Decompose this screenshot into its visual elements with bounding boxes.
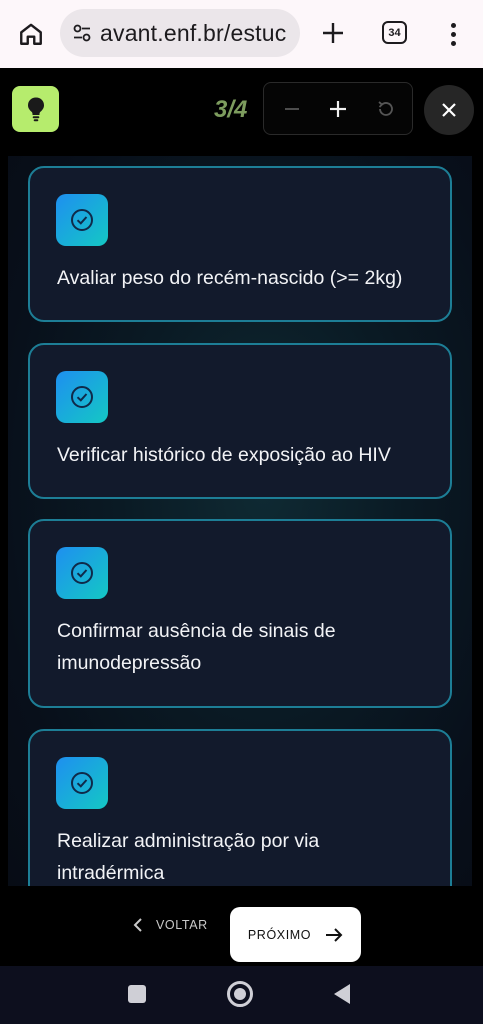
reset-icon (378, 101, 393, 116)
back-triangle-icon[interactable] (332, 983, 352, 1005)
checklist-card[interactable]: Confirmar ausência de sinais de imunodep… (28, 519, 452, 708)
back-label: VOLTAR (156, 918, 208, 932)
browser-toolbar: avant.enf.br/estuc 34 (0, 0, 483, 68)
zoom-in-button[interactable] (326, 95, 350, 123)
plus-icon (330, 101, 346, 117)
card-label: Realizar administração por via intradérm… (57, 830, 320, 884)
hint-button[interactable] (12, 86, 59, 132)
step-navigation: VOLTAR PRÓXIMO (0, 886, 483, 966)
url-text: avant.enf.br/estuc (100, 19, 287, 46)
close-button[interactable] (424, 85, 474, 135)
url-bar[interactable]: avant.enf.br/estuc (60, 9, 300, 57)
checklist-card[interactable]: Realizar administração por via intradérm… (28, 729, 452, 886)
new-tab-icon[interactable] (316, 14, 350, 52)
chevron-left-icon (133, 918, 142, 932)
step-progress: 3/4 (214, 96, 248, 123)
tab-count: 34 (388, 26, 401, 39)
card-label: Confirmar ausência de sinais de imunodep… (57, 620, 336, 674)
check-circle-icon (56, 194, 108, 246)
checklist-area[interactable]: Avaliar peso do recém-nascido (>= 2kg) V… (8, 156, 472, 886)
site-settings-icon[interactable] (72, 23, 92, 43)
home-icon[interactable] (14, 18, 48, 50)
more-menu-icon[interactable] (440, 18, 466, 50)
system-navigation-bar (0, 966, 483, 1024)
zoom-reset-button[interactable] (374, 95, 398, 123)
next-label: PRÓXIMO (247, 927, 312, 942)
zoom-out-button[interactable] (280, 95, 304, 123)
check-circle-icon (56, 371, 108, 423)
next-button[interactable]: PRÓXIMO (230, 907, 361, 962)
check-circle-icon (56, 757, 108, 809)
tab-switcher-button[interactable]: 34 (382, 21, 407, 44)
back-button[interactable]: VOLTAR (132, 906, 208, 944)
zoom-controls (263, 82, 413, 135)
check-circle-icon (56, 547, 108, 599)
home-circle-icon[interactable] (227, 981, 253, 1007)
recents-icon[interactable] (128, 985, 146, 1003)
app-header: 3/4 (0, 68, 483, 156)
checklist-card[interactable]: Verificar histórico de exposição ao HIV (28, 343, 452, 499)
lightbulb-icon (27, 97, 44, 122)
card-label: Avaliar peso do recém-nascido (>= 2kg) (57, 267, 403, 289)
close-icon (442, 103, 456, 117)
minus-icon (285, 108, 299, 110)
checklist-card[interactable]: Avaliar peso do recém-nascido (>= 2kg) (28, 166, 452, 322)
arrow-right-icon (326, 927, 343, 942)
card-label: Verificar histórico de exposição ao HIV (57, 444, 391, 466)
